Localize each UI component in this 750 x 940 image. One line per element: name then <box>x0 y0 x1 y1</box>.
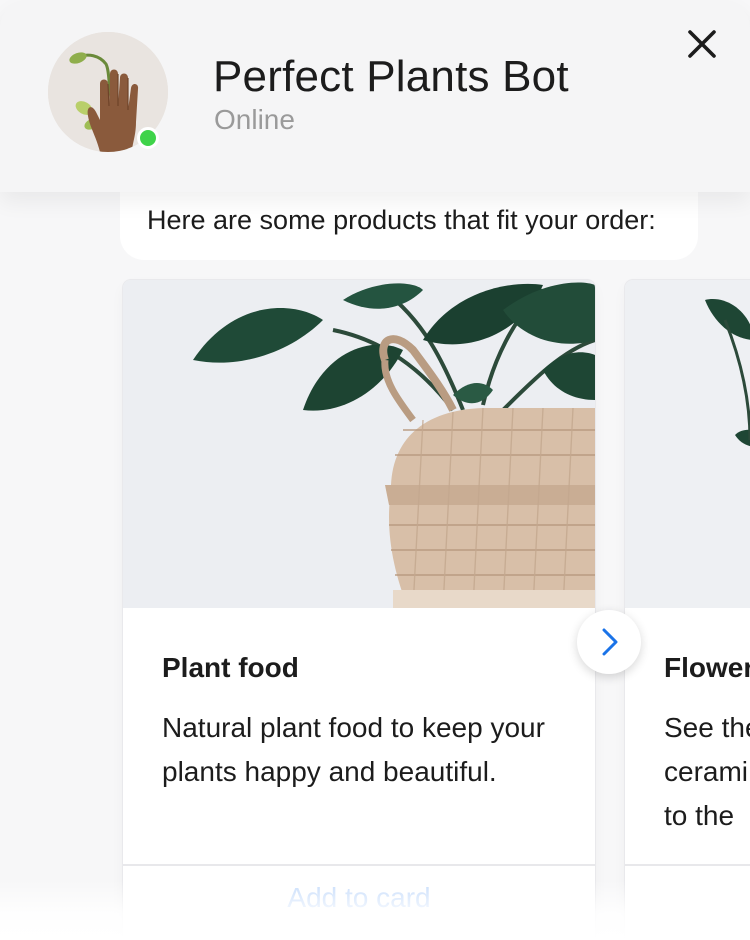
product-title: Plant food <box>162 652 299 683</box>
close-button[interactable] <box>680 22 724 66</box>
product-description: Natural plant food to keep your plants h… <box>162 712 545 787</box>
product-description-line: to the <box>664 800 735 831</box>
bot-status: Online <box>214 104 295 135</box>
online-status-dot <box>137 127 159 149</box>
chat-header: Perfect Plants Bot Online <box>0 0 750 192</box>
bot-message-bubble: Here are some products that fit your ord… <box>120 180 698 260</box>
product-card-body: Flower See the cerami to the <box>625 608 750 866</box>
product-card: Flower See the cerami to the <box>625 280 750 940</box>
product-description-line: cerami <box>664 756 749 787</box>
potted-plant-in-basket-image <box>123 280 595 608</box>
product-card-body: Plant food Natural plant food to keep yo… <box>123 608 595 866</box>
chevron-right-icon <box>602 628 618 656</box>
chat-window: Perfect Plants Bot Online Here are some … <box>0 0 750 940</box>
product-image <box>123 280 595 608</box>
product-title: Flower <box>664 652 750 683</box>
product-card: Plant food Natural plant food to keep yo… <box>123 280 595 940</box>
close-icon <box>688 30 716 58</box>
product-description: See the cerami to the <box>664 706 750 838</box>
plant-leaf-image <box>625 280 750 608</box>
carousel-next-button[interactable] <box>577 610 641 674</box>
bot-message-text: Here are some products that fit your ord… <box>147 205 656 235</box>
product-description-line: See the <box>664 712 750 743</box>
bot-name: Perfect Plants Bot <box>213 52 569 101</box>
add-to-card-button[interactable]: Add to card <box>123 866 595 940</box>
product-image <box>625 280 750 608</box>
